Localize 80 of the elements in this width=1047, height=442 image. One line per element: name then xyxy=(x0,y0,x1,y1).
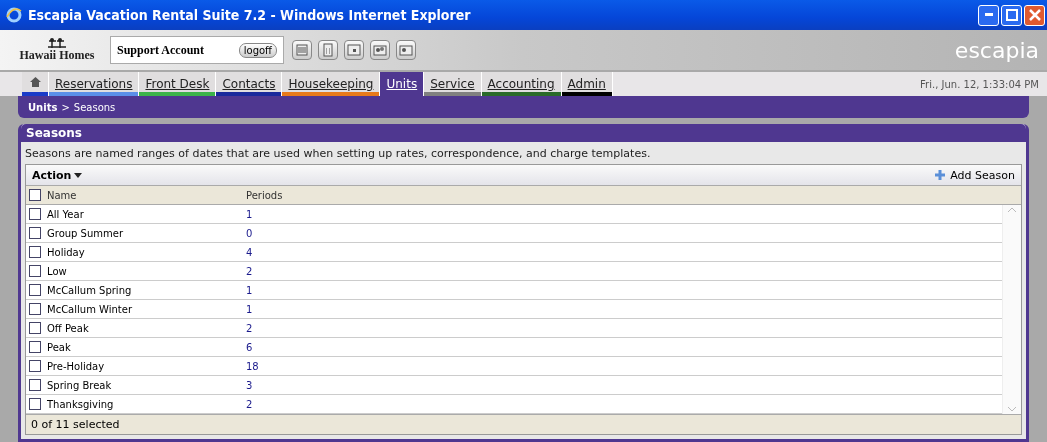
plus-icon xyxy=(935,170,946,180)
period-count: 3 xyxy=(246,379,254,391)
season-name: Thanksgiving xyxy=(47,398,114,410)
period-count: 18 xyxy=(246,360,260,372)
nav-tab[interactable]: Accounting xyxy=(481,72,561,92)
minimize-icon xyxy=(984,13,993,17)
season-name: Pre-Holiday xyxy=(47,360,105,372)
calculator-icon xyxy=(321,43,335,57)
select-all-checkbox[interactable] xyxy=(29,189,41,201)
season-name: Group Summer xyxy=(47,227,124,239)
period-count: 2 xyxy=(246,322,254,334)
row-checkbox[interactable] xyxy=(29,360,41,372)
contact-card-icon xyxy=(399,43,413,57)
people-icon xyxy=(373,43,387,57)
palm-trees-icon xyxy=(48,37,66,48)
column-header: Periods xyxy=(246,189,284,201)
row-checkbox[interactable] xyxy=(29,379,41,391)
row-checkbox[interactable] xyxy=(29,265,41,277)
period-count: 1 xyxy=(246,303,254,315)
maximize-icon xyxy=(1005,9,1018,21)
action-menu-button[interactable]: Action xyxy=(32,168,83,182)
panel-description: Seasons are named ranges of dates that are used when setting up rates, correspondence, and charge templates. xyxy=(24,146,652,162)
nav-tab[interactable]: Reservations xyxy=(49,72,139,92)
nav-tab[interactable]: Service xyxy=(424,72,481,92)
season-name: McCallum Winter xyxy=(47,303,133,315)
add-season-button[interactable]: Add Season xyxy=(935,168,1015,182)
panel-title: Seasons xyxy=(21,124,1026,142)
close-button[interactable] xyxy=(1024,4,1045,26)
nav-tab[interactable]: Contacts xyxy=(216,72,282,92)
row-checkbox[interactable] xyxy=(29,246,41,258)
season-name: All Year xyxy=(47,208,84,220)
period-count: 0 xyxy=(246,227,254,239)
minimize-button[interactable] xyxy=(978,4,999,26)
row-checkbox[interactable] xyxy=(29,303,41,315)
maximize-button[interactable] xyxy=(1001,4,1022,26)
row-checkbox[interactable] xyxy=(29,227,41,239)
period-count: 2 xyxy=(246,265,254,277)
list-icon xyxy=(295,43,309,57)
row-checkbox[interactable] xyxy=(29,341,41,353)
row-checkbox[interactable] xyxy=(29,208,41,220)
nav-tab[interactable]: Admin xyxy=(561,72,612,92)
calendar-icon xyxy=(347,43,361,57)
toolbar-button[interactable] xyxy=(370,40,390,60)
company-name: Hawaii Homes xyxy=(19,47,95,63)
period-count: 1 xyxy=(246,208,254,220)
breadcrumb-current: Seasons xyxy=(73,101,116,113)
account-name: Support Account xyxy=(117,42,205,58)
period-count: 1 xyxy=(246,284,254,296)
selection-status: 0 of 11 selected xyxy=(26,414,1021,434)
season-name: Off Peak xyxy=(47,322,89,334)
nav-tab[interactable]: Housekeeping xyxy=(282,72,380,92)
nav-tab[interactable]: Units xyxy=(380,72,424,92)
caret-icon xyxy=(74,172,83,178)
season-name: Peak xyxy=(47,341,71,353)
row-checkbox[interactable] xyxy=(29,398,41,410)
breadcrumb-separator: > xyxy=(61,101,70,113)
season-name: Spring Break xyxy=(47,379,112,391)
home-icon xyxy=(29,77,41,87)
season-name: McCallum Spring xyxy=(47,284,132,296)
brand-logo: escapia xyxy=(954,37,1039,63)
toolbar-button[interactable] xyxy=(318,40,338,60)
season-name: Low xyxy=(47,265,67,277)
toolbar-button[interactable] xyxy=(344,40,364,60)
period-count: 4 xyxy=(246,246,254,258)
browser-icon xyxy=(6,7,22,23)
home-tab[interactable] xyxy=(22,72,48,92)
period-count: 2 xyxy=(246,398,254,410)
nav-tab[interactable]: Front Desk xyxy=(139,72,216,92)
season-name: Holiday xyxy=(47,246,85,258)
period-count: 6 xyxy=(246,341,254,353)
column-header: Name xyxy=(47,189,77,201)
close-icon xyxy=(1028,9,1041,21)
toolbar-button[interactable] xyxy=(396,40,416,60)
row-checkbox[interactable] xyxy=(29,322,41,334)
window-title: Escapia Vacation Rental Suite 7.2 - Windows Internet Explorer xyxy=(28,7,472,23)
logoff-button[interactable]: logoff xyxy=(238,42,277,58)
toolbar-button[interactable] xyxy=(292,40,312,60)
date-time: Fri., Jun. 12, 1:33:04 PM xyxy=(920,78,1040,90)
breadcrumb-link[interactable]: Units xyxy=(28,101,58,113)
row-checkbox[interactable] xyxy=(29,284,41,296)
